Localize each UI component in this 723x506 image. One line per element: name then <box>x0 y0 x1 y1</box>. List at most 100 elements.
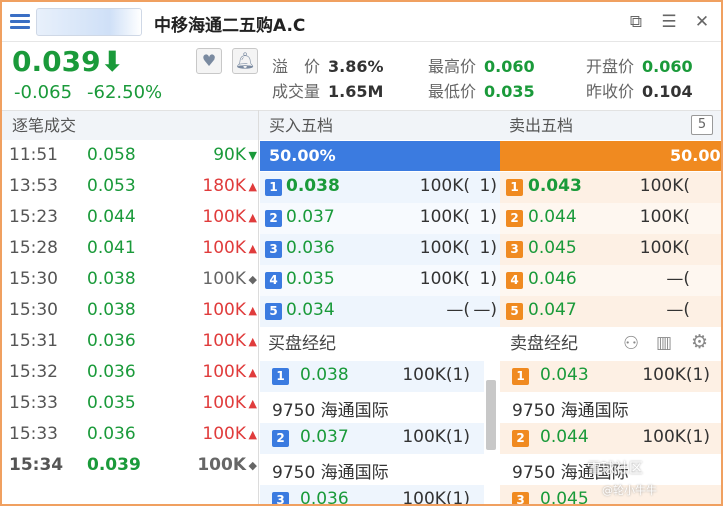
ask-volume: —( <box>666 300 690 320</box>
broker-level-badge: 1 <box>512 368 529 385</box>
broker-row: 9750 海通国际 <box>500 392 721 423</box>
tick-row: 15:34 0.039 100K ◆ <box>2 451 258 482</box>
bid-price: 0.035 <box>286 269 335 289</box>
ask-price: 0.044 <box>528 207 577 227</box>
ask-row[interactable]: 1 0.043 100K( <box>500 172 721 203</box>
tick-direction-icon: ▲ <box>248 428 257 441</box>
tick-direction-icon: ▲ <box>248 397 257 410</box>
gear-icon[interactable]: ⚙ <box>691 331 708 353</box>
tick-direction-icon: ▲ <box>248 242 257 255</box>
broker-row: 9750 海通国际 <box>260 454 484 485</box>
broker-price-row[interactable]: 3 0.036 100K(1) <box>260 485 484 506</box>
ask-volume: 100K( <box>639 207 690 227</box>
tick-row: 15:31 0.036 100K ▲ <box>2 327 258 358</box>
low-stat: 最低价 0.035 <box>428 82 535 101</box>
tick-row: 15:33 0.036 100K ▲ <box>2 420 258 451</box>
ask-price: 0.046 <box>528 269 577 289</box>
tick-time: 15:30 <box>9 269 58 289</box>
tick-row: 15:30 0.038 100K ▲ <box>2 296 258 327</box>
tick-price: 0.035 <box>87 393 136 413</box>
tick-volume: 100K <box>202 424 246 444</box>
ask-row[interactable]: 4 0.046 —( <box>500 265 721 296</box>
high-stat: 最高价 0.060 <box>428 57 535 76</box>
bid-price: 0.038 <box>286 176 340 196</box>
volume-stat: 成交量 1.65M <box>272 82 384 101</box>
tick-time: 15:33 <box>9 424 58 444</box>
bid-order-count: 1) <box>479 176 497 196</box>
broker-price-row[interactable]: 2 0.037 100K(1) <box>260 423 484 454</box>
tick-time: 15:33 <box>9 393 58 413</box>
ask-row[interactable]: 5 0.047 —( <box>500 296 721 327</box>
ask-level-badge: 5 <box>506 303 523 320</box>
tick-price: 0.058 <box>87 145 136 165</box>
depth-toggle-button[interactable]: 5 <box>691 115 713 135</box>
bid-level-badge: 3 <box>265 241 282 258</box>
favorite-heart-button[interactable]: ♥ <box>196 48 222 74</box>
broker-name: 9750 海通国际 <box>272 401 389 421</box>
broker-volume: 100K(1) <box>642 365 710 385</box>
tick-row: 15:30 0.038 100K ◆ <box>2 265 258 296</box>
columns-icon[interactable]: ▥ <box>656 333 672 353</box>
tick-row: 15:28 0.041 100K ▲ <box>2 234 258 265</box>
broker-name: 9750 海通国际 <box>512 401 629 421</box>
tick-time: 15:23 <box>9 207 58 227</box>
close-icon[interactable]: ✕ <box>692 12 712 32</box>
bid-row[interactable]: 2 0.037 100K(1) <box>260 203 500 234</box>
bid-row[interactable]: 4 0.035 100K(1) <box>260 265 500 296</box>
user-icon[interactable]: ⚇ <box>623 333 639 354</box>
down-arrow-icon: ⬇ <box>100 45 125 78</box>
bid-order-count: 1) <box>479 207 497 227</box>
bid-row[interactable]: 1 0.038 100K(1) <box>260 172 500 203</box>
broker-scrollbar[interactable] <box>486 380 496 450</box>
window-restore-icon[interactable]: ⧉ <box>626 12 646 32</box>
menu-icon[interactable] <box>10 14 30 30</box>
broker-level-badge: 3 <box>512 492 529 504</box>
bid-row[interactable]: 3 0.036 100K(1) <box>260 234 500 265</box>
tick-volume: 180K <box>202 176 246 196</box>
tick-row: 15:33 0.035 100K ▲ <box>2 389 258 420</box>
bid-volume: —( <box>446 300 470 320</box>
alert-bell-button[interactable]: 🔔︎ <box>232 48 258 74</box>
broker-level-badge: 1 <box>272 368 289 385</box>
broker-price: 0.043 <box>540 365 589 385</box>
buy-broker-header: 买盘经纪 <box>268 334 336 354</box>
ask-ratio-bar: 50.00% <box>500 141 721 171</box>
bid-volume: 100K( <box>419 238 470 258</box>
bid-volume: 100K( <box>419 269 470 289</box>
tick-direction-icon: ▲ <box>248 366 257 379</box>
premium-stat: 溢 价 3.86% <box>272 57 384 76</box>
broker-volume: 100K(1) <box>402 489 470 506</box>
ask-row[interactable]: 2 0.044 100K( <box>500 203 721 234</box>
ask-level-badge: 1 <box>506 179 523 196</box>
tick-row: 15:32 0.036 100K ▲ <box>2 358 258 389</box>
price-change-pct: -62.50% <box>87 82 163 103</box>
ask-volume: —( <box>666 269 690 289</box>
tick-time: 15:28 <box>9 238 58 258</box>
ask-row[interactable]: 3 0.045 100K( <box>500 234 721 265</box>
stock-code-input[interactable] <box>36 8 142 36</box>
watermark-text: 雪球社区 <box>587 461 643 477</box>
ask-level-badge: 3 <box>506 241 523 258</box>
tick-direction-icon: ▲ <box>248 304 257 317</box>
bid-level-badge: 5 <box>265 303 282 320</box>
tick-price: 0.044 <box>87 207 136 227</box>
broker-volume: 100K(1) <box>642 427 710 447</box>
tick-price: 0.041 <box>87 238 136 258</box>
ask-volume: 100K( <box>639 238 690 258</box>
tick-list[interactable]: 11:51 0.058 90K ▼ 13:53 0.053 180K ▲ 15:23 0.044 1… <box>2 141 258 482</box>
tick-list-header: 逐笔成交 <box>2 110 258 140</box>
bid-row[interactable]: 5 0.034 —(—) <box>260 296 500 327</box>
settings-sliders-icon[interactable]: ☰ <box>659 12 679 32</box>
broker-price-row[interactable]: 1 0.038 100K(1) <box>260 361 484 392</box>
tick-volume: 100K <box>202 207 246 227</box>
bid-level-badge: 1 <box>265 179 282 196</box>
broker-price-row[interactable]: 2 0.044 100K(1) <box>500 423 721 454</box>
tick-volume: 100K <box>202 238 246 258</box>
broker-price-row[interactable]: 1 0.043 100K(1) <box>500 361 721 392</box>
tick-direction-icon: ◆ <box>248 459 257 472</box>
broker-level-badge: 2 <box>512 430 529 447</box>
bid-order-count: 1) <box>479 238 497 258</box>
ask-level-badge: 4 <box>506 272 523 289</box>
ask-price: 0.045 <box>528 238 577 258</box>
last-price: 0.039⬇ <box>12 45 125 78</box>
